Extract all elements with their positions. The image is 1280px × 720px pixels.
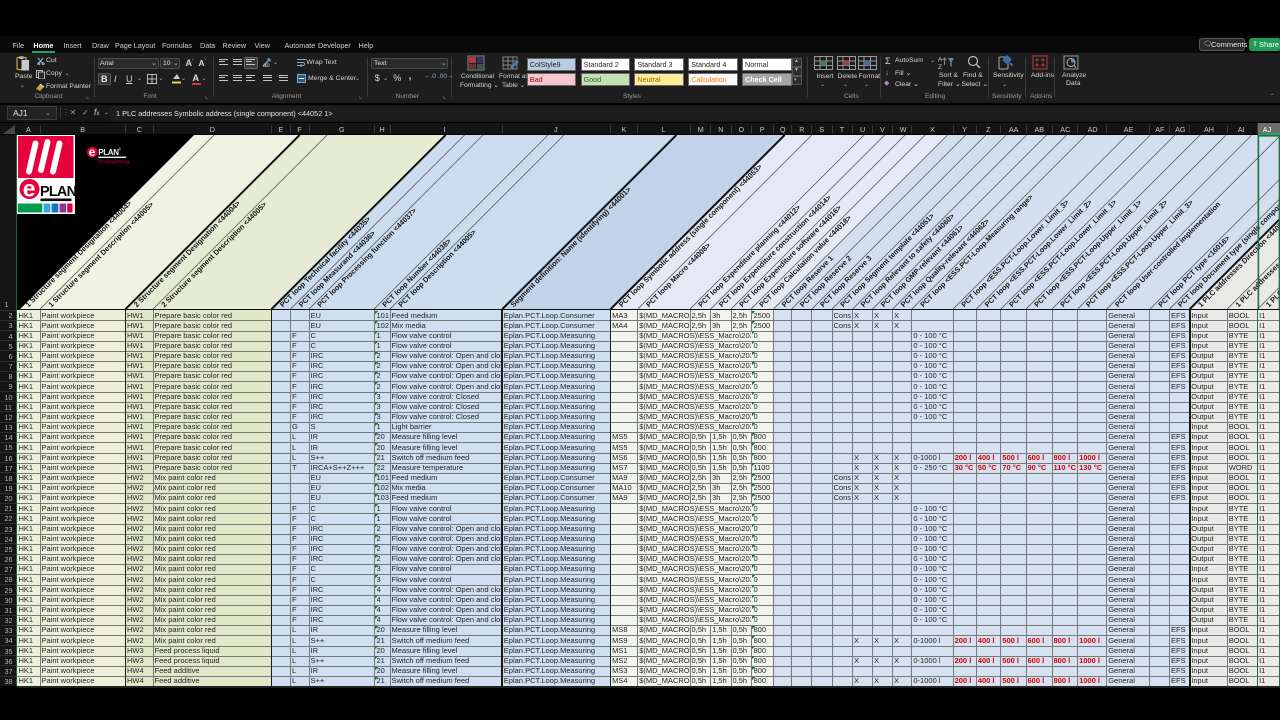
svg-text:®: ® bbox=[119, 147, 122, 151]
svg-text:ab: ab bbox=[263, 63, 270, 68]
svg-text:A: A bbox=[938, 57, 943, 64]
svg-text:Z: Z bbox=[938, 64, 942, 70]
svg-text:PLAN: PLAN bbox=[98, 148, 119, 157]
svg-text:Preplanning: Preplanning bbox=[98, 159, 129, 164]
svg-text:PLAN: PLAN bbox=[40, 184, 75, 200]
svg-text:e: e bbox=[23, 175, 36, 201]
svg-text:e: e bbox=[89, 146, 96, 159]
